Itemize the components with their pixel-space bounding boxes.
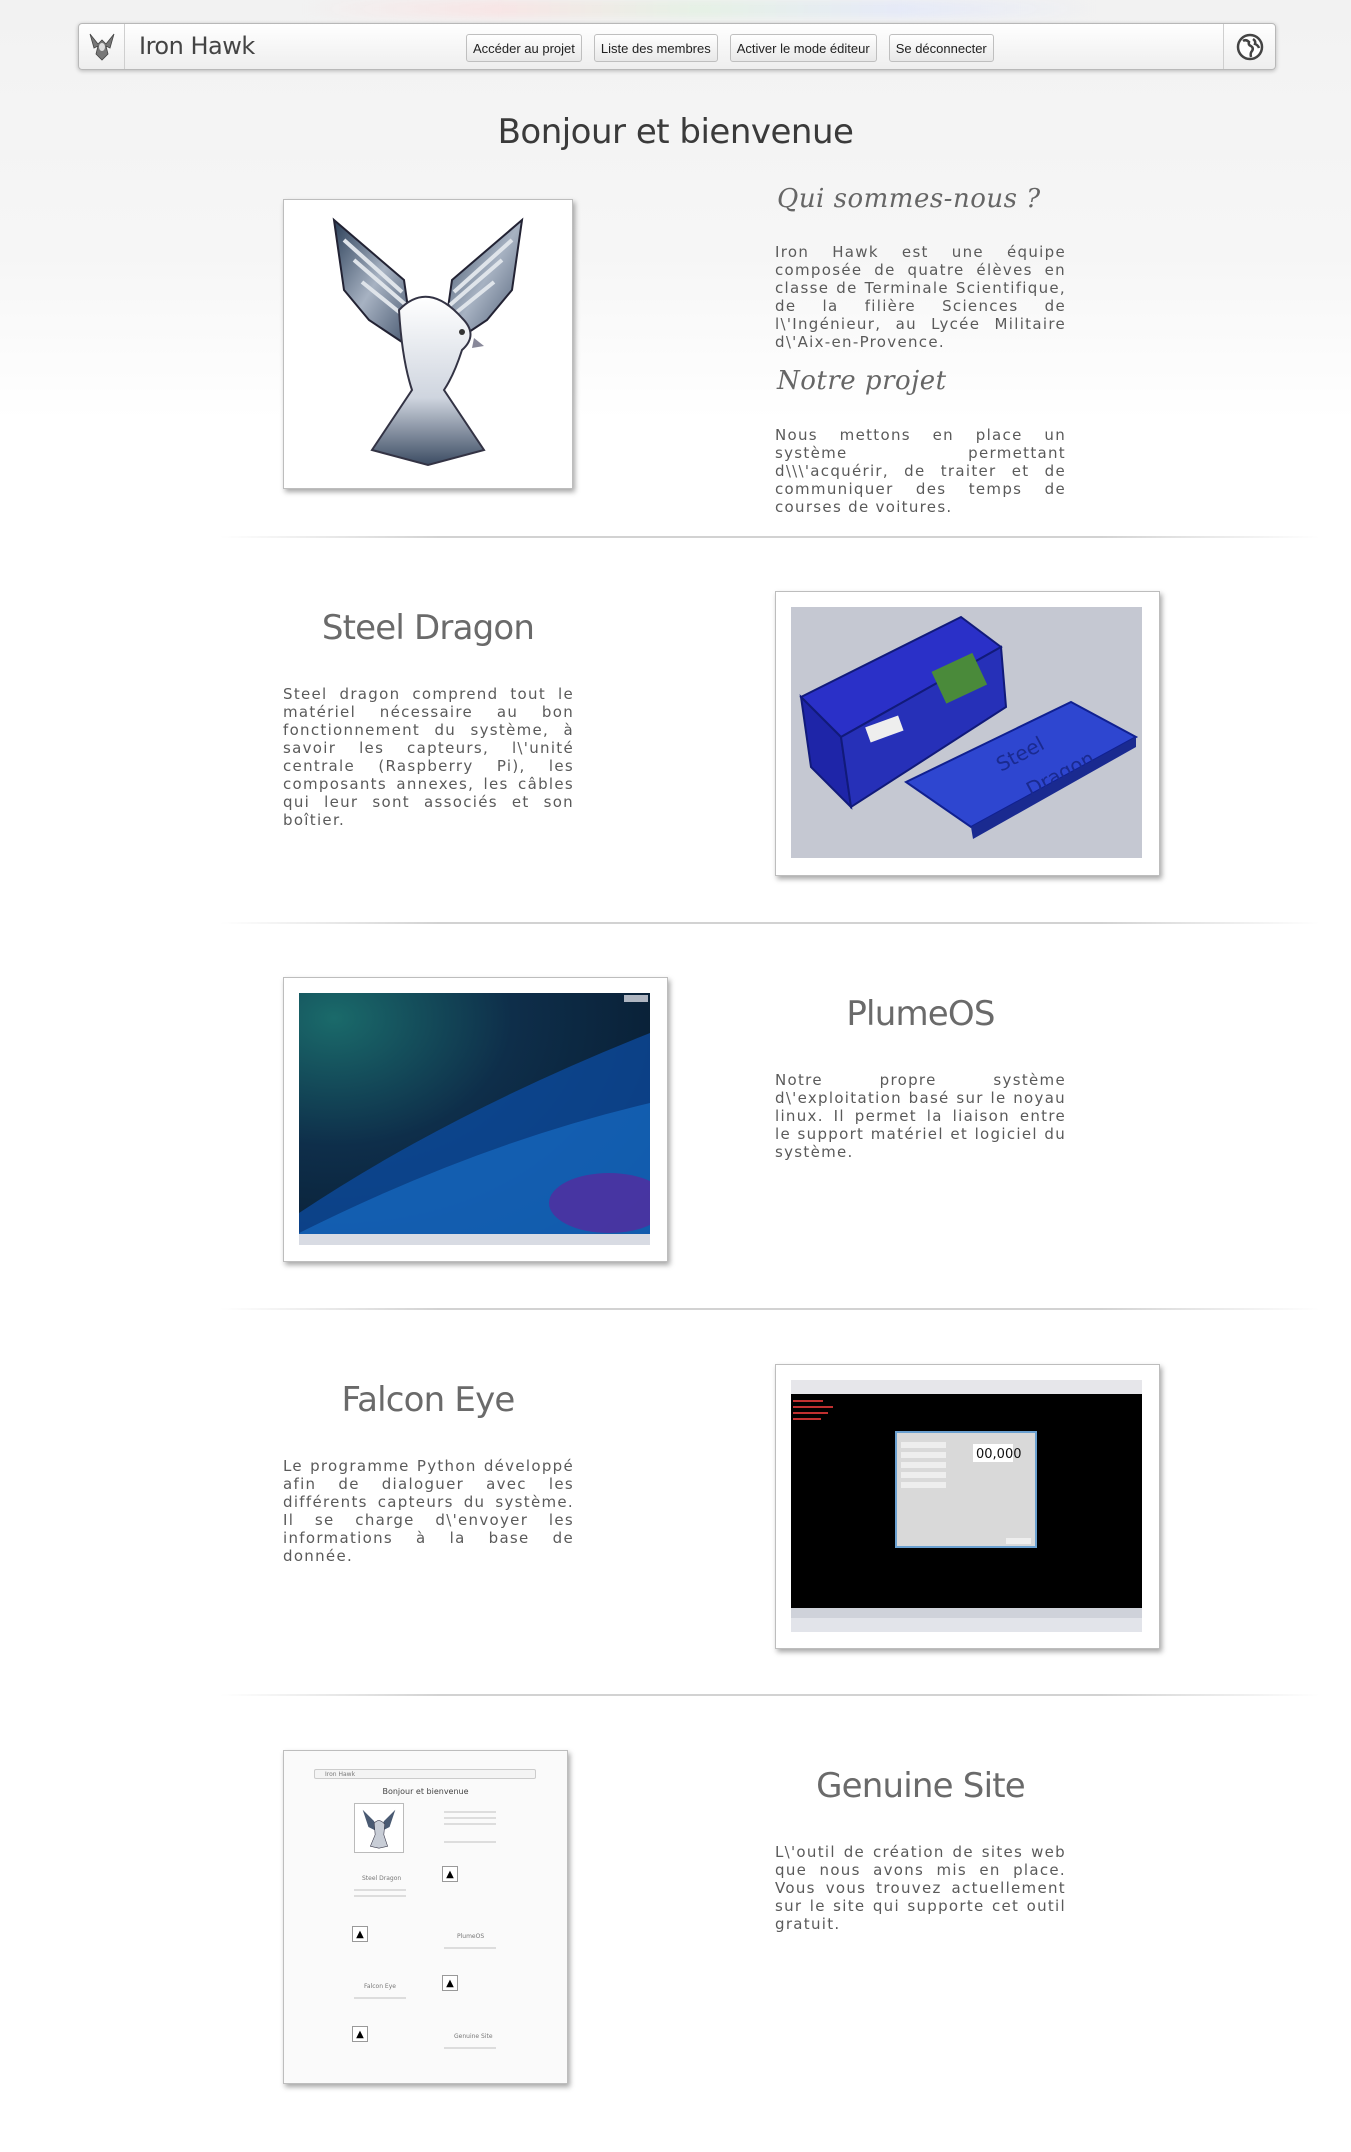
preview-text-line [444,1947,496,1949]
logout-button[interactable]: Se déconnecter [888,34,994,62]
preview-text-line [444,1841,496,1843]
steel-dragon-image-frame: Steel Dragon [775,591,1160,876]
steel-dragon-text: Steel dragon comprend tout le matériel n… [283,685,574,829]
genuine-site-preview: Iron Hawk Bonjour et bienvenue Steel Dra… [284,1751,567,2083]
preview-item-genuine-site: Genuine Site [454,2033,493,2040]
members-list-button[interactable]: Liste des membres [593,34,718,62]
plumeos-title: PlumeOS [846,994,995,1034]
genuine-site-image-frame: Iron Hawk Bonjour et bienvenue Steel Dra… [283,1750,568,2084]
preview-title: Bonjour et bienvenue [382,1787,469,1796]
preview-text-line [444,1817,496,1819]
warning-icon: ▲ [352,1926,368,1942]
top-navbar: Iron Hawk Accéder au projet Liste des me… [78,23,1276,70]
falcon-eye-image-frame: 00,000 [775,1364,1160,1649]
preview-text-line [354,1889,406,1891]
plumeos-desktop-image [299,993,667,1245]
preview-navbar: Iron Hawk [314,1769,536,1779]
genuine-site-title: Genuine Site [816,1766,1026,1806]
falcon-counter: 00,000 [976,1447,1022,1462]
project-text: Nous mettons en place un système permett… [775,426,1066,516]
brand-title[interactable]: Iron Hawk [139,32,255,60]
genuine-site-text: L\'outil de création de sites web que no… [775,1843,1066,1933]
editor-mode-button[interactable]: Activer le mode éditeur [729,34,877,62]
plumeos-image-frame [283,977,668,1262]
preview-text-line [354,1997,406,1999]
section-divider [220,536,1320,538]
nav-buttons: Accéder au projet Liste des membres Acti… [466,34,994,62]
steel-dragon-title: Steel Dragon [321,608,535,648]
steel-dragon-image: Steel Dragon [791,607,1142,858]
section-divider [220,922,1320,924]
falcon-eye-text: Le programme Python développé afin de di… [283,1457,574,1565]
preview-text-line [354,1895,406,1897]
warning-icon: ▲ [442,1866,458,1882]
project-heading: Notre projet [777,366,947,396]
preview-item-plumeos: PlumeOS [457,1933,485,1940]
globe-icon[interactable] [1223,24,1275,69]
falcon-eye-title: Falcon Eye [341,1380,515,1420]
section-divider [220,1694,1320,1696]
main-content: Iron Hawk Accéder au projet Liste des me… [0,0,1351,2152]
preview-item-falcon-eye: Falcon Eye [364,1983,396,1990]
preview-brand: Iron Hawk [325,1771,356,1778]
warning-icon: ▲ [352,2026,368,2042]
preview-text-line [444,1823,496,1825]
hawk-emblem-image [332,217,524,467]
preview-item-steel-dragon: Steel Dragon [362,1875,402,1882]
plumeos-text: Notre propre système d\'exploitation bas… [775,1071,1066,1161]
section-divider [220,1308,1320,1310]
warning-icon: ▲ [442,1975,458,1991]
hawk-logo-icon[interactable] [79,24,125,69]
access-project-button[interactable]: Accéder au projet [466,34,582,62]
preview-text-line [444,2047,496,2049]
who-text: Iron Hawk est une équipe composée de qua… [775,243,1066,351]
who-heading: Qui sommes-nous ? [777,184,1041,214]
preview-text-line [444,1811,496,1813]
page-title: Bonjour et bienvenue [497,112,854,152]
hawk-logo-frame [283,199,573,489]
falcon-eye-screenshot: 00,000 [791,1380,1142,1632]
preview-hawk-image [354,1803,404,1853]
